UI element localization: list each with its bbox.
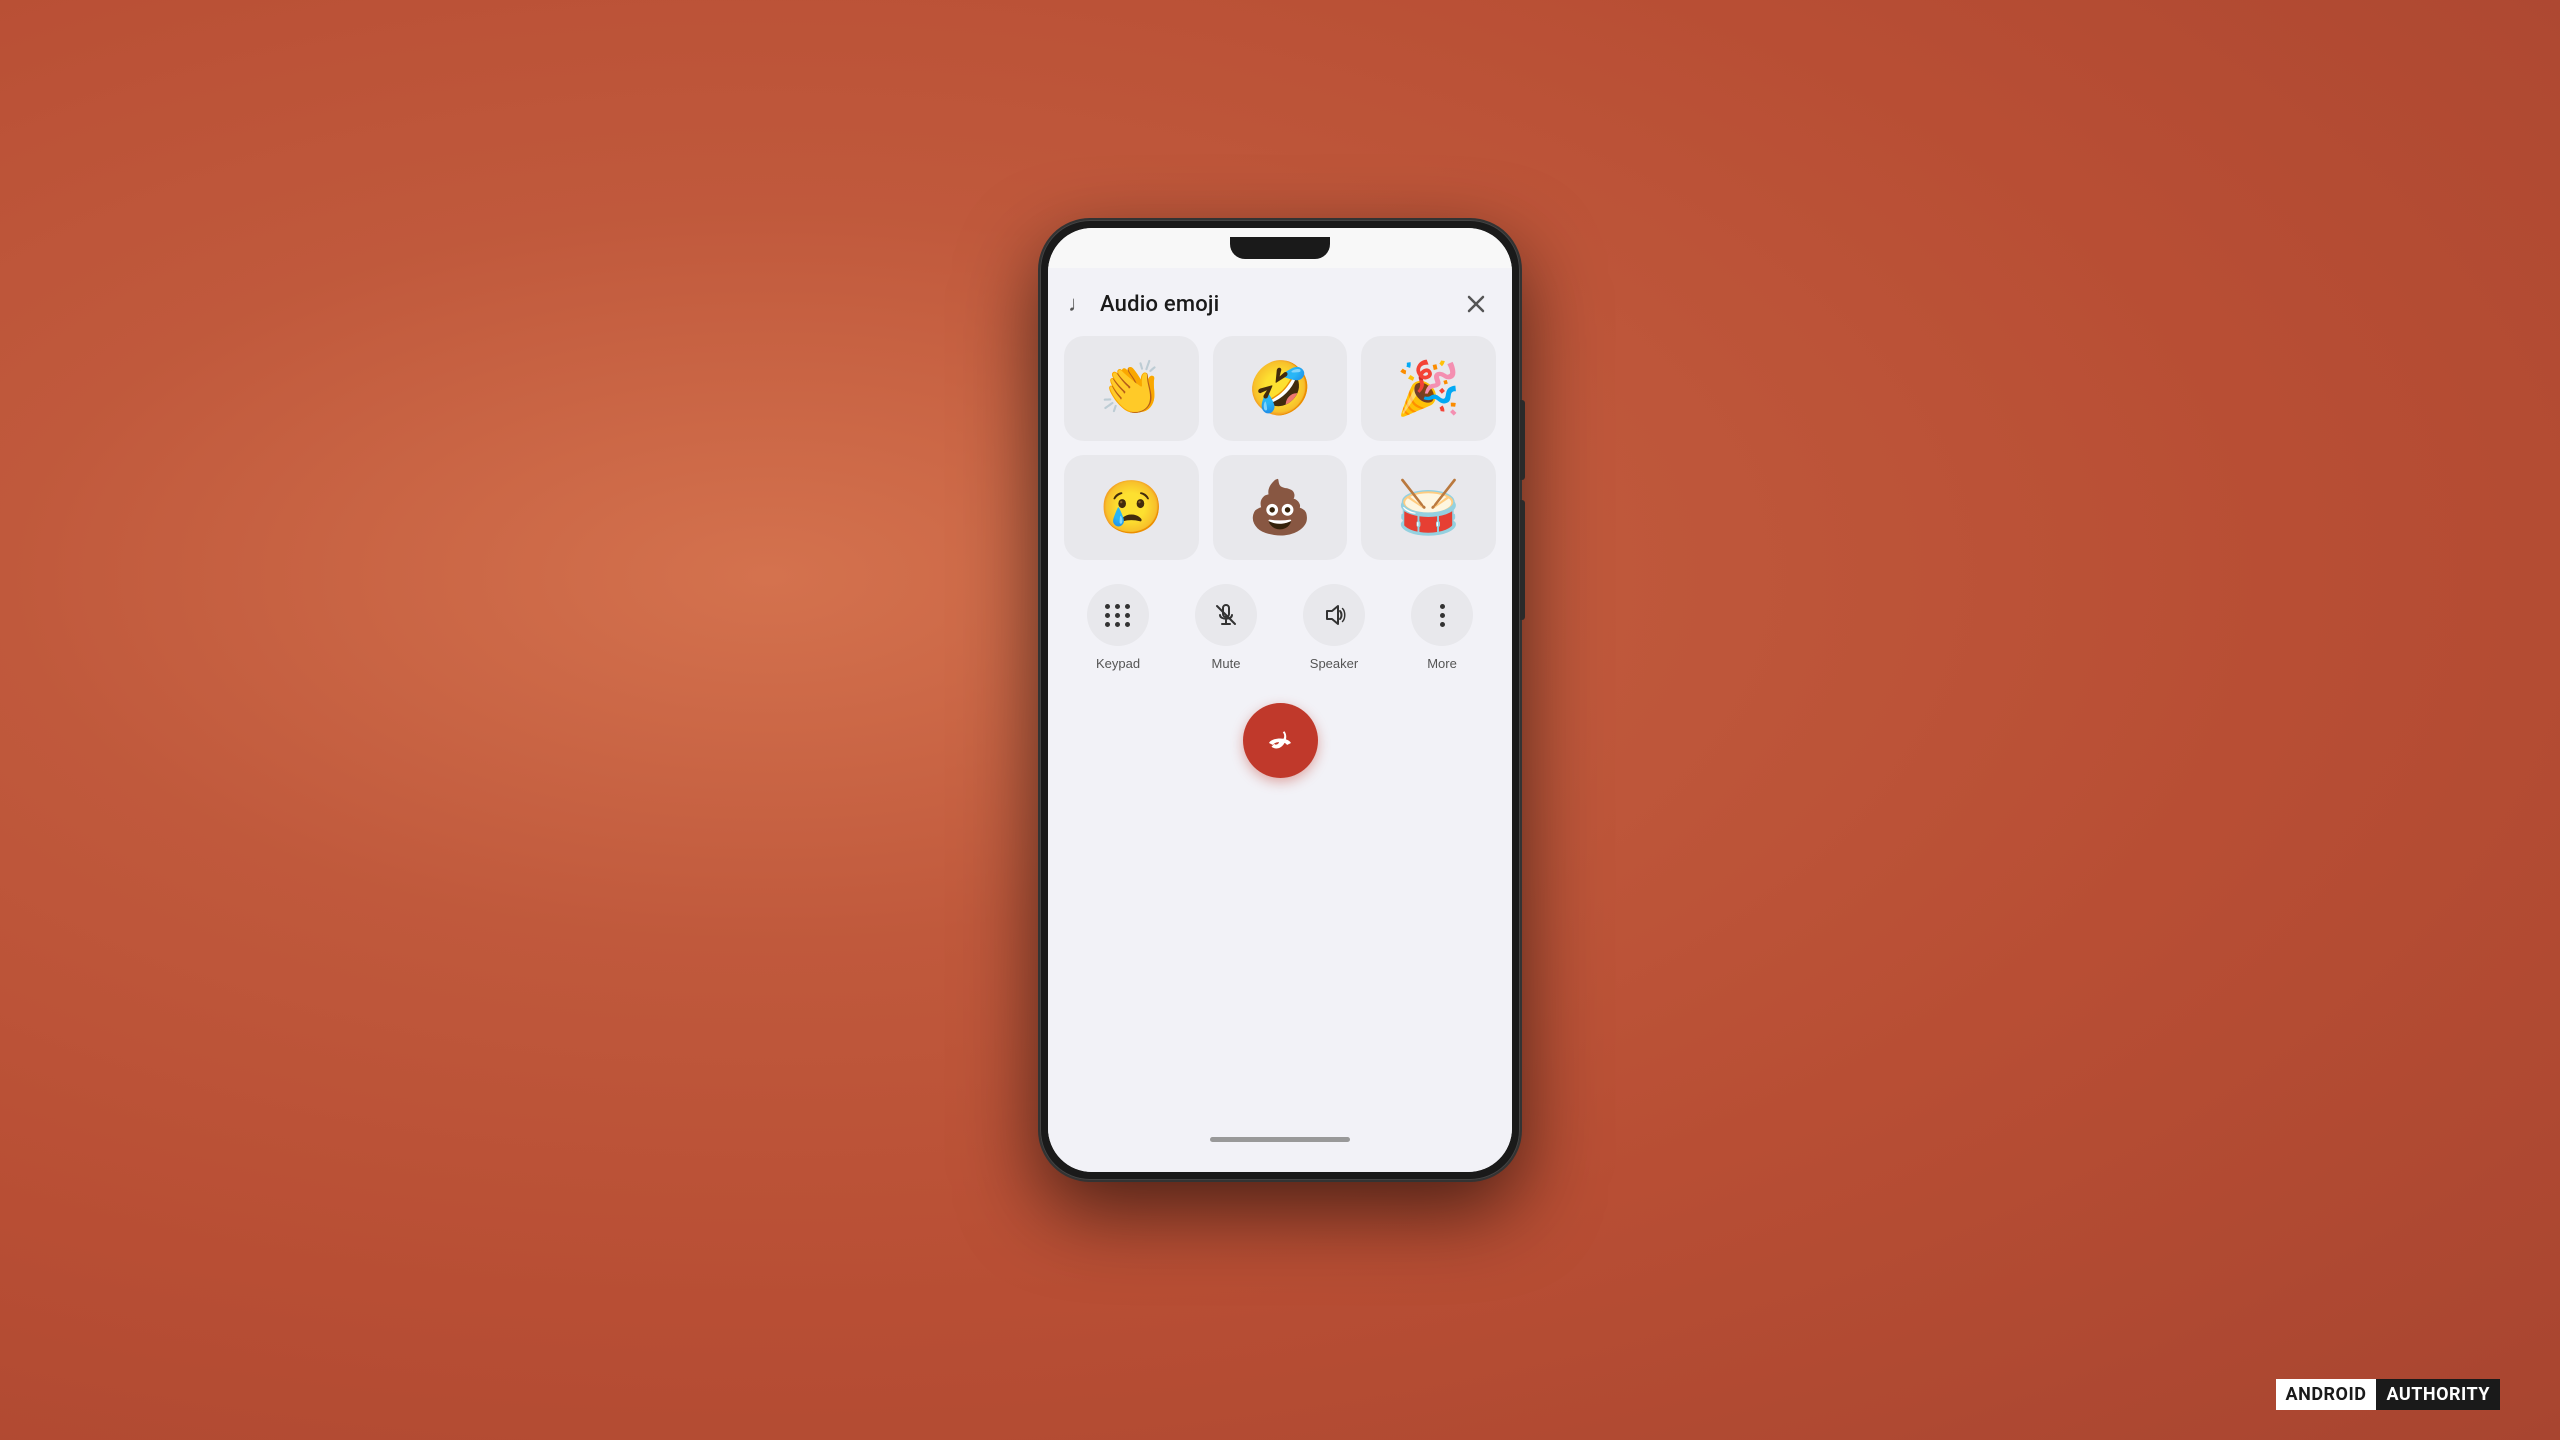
call-controls: Keypad xyxy=(1064,580,1496,675)
speaker-button[interactable]: Speaker xyxy=(1284,580,1384,675)
keypad-icon-bg xyxy=(1087,584,1149,646)
end-call-area xyxy=(1064,703,1496,778)
emoji-sad[interactable]: 😢 xyxy=(1064,455,1199,560)
close-icon xyxy=(1466,294,1486,314)
keypad-button[interactable]: Keypad xyxy=(1068,580,1168,675)
watermark-android: ANDROID xyxy=(2276,1379,2377,1410)
panel-header: ♩ Audio emoji xyxy=(1064,268,1496,336)
more-button[interactable]: More xyxy=(1392,580,1492,675)
mute-icon xyxy=(1213,602,1239,628)
emoji-grid: 👏 🤣 🎉 😢 💩 🥁 xyxy=(1064,336,1496,560)
speaker-label: Speaker xyxy=(1310,656,1358,671)
close-button[interactable] xyxy=(1460,288,1492,320)
speaker-icon xyxy=(1321,602,1347,628)
phone-device: ♩ Audio emoji 👏 🤣 🎉 😢 xyxy=(1040,220,1520,1180)
phone-screen: ♩ Audio emoji 👏 🤣 🎉 😢 xyxy=(1048,228,1512,1172)
music-note-icon: ♩ xyxy=(1068,291,1090,317)
emoji-party[interactable]: 🎉 xyxy=(1361,336,1496,441)
more-icon xyxy=(1440,604,1445,627)
speaker-icon-bg xyxy=(1303,584,1365,646)
mute-button[interactable]: Mute xyxy=(1176,580,1276,675)
panel-title-area: ♩ Audio emoji xyxy=(1068,291,1219,317)
end-call-button[interactable] xyxy=(1243,703,1318,778)
panel-title: Audio emoji xyxy=(1100,292,1219,317)
mute-label: Mute xyxy=(1212,656,1241,671)
keypad-label: Keypad xyxy=(1096,656,1140,671)
emoji-laughing[interactable]: 🤣 xyxy=(1213,336,1348,441)
emoji-drum[interactable]: 🥁 xyxy=(1361,455,1496,560)
audio-emoji-panel: ♩ Audio emoji 👏 🤣 🎉 😢 xyxy=(1048,268,1512,1172)
emoji-poop[interactable]: 💩 xyxy=(1213,455,1348,560)
mute-icon-bg xyxy=(1195,584,1257,646)
watermark-authority: AUTHORITY xyxy=(2376,1379,2500,1410)
more-label: More xyxy=(1427,656,1457,671)
screen-top xyxy=(1048,228,1512,268)
emoji-clapping[interactable]: 👏 xyxy=(1064,336,1199,441)
end-call-icon xyxy=(1262,723,1298,759)
watermark: ANDROID AUTHORITY xyxy=(2276,1379,2500,1410)
more-icon-bg xyxy=(1411,584,1473,646)
keypad-icon xyxy=(1105,604,1131,627)
phone-mockup: ♩ Audio emoji 👏 🤣 🎉 😢 xyxy=(1040,220,1520,1180)
home-bar xyxy=(1210,1137,1350,1142)
home-indicator xyxy=(1064,1137,1496,1152)
notch xyxy=(1230,237,1330,259)
